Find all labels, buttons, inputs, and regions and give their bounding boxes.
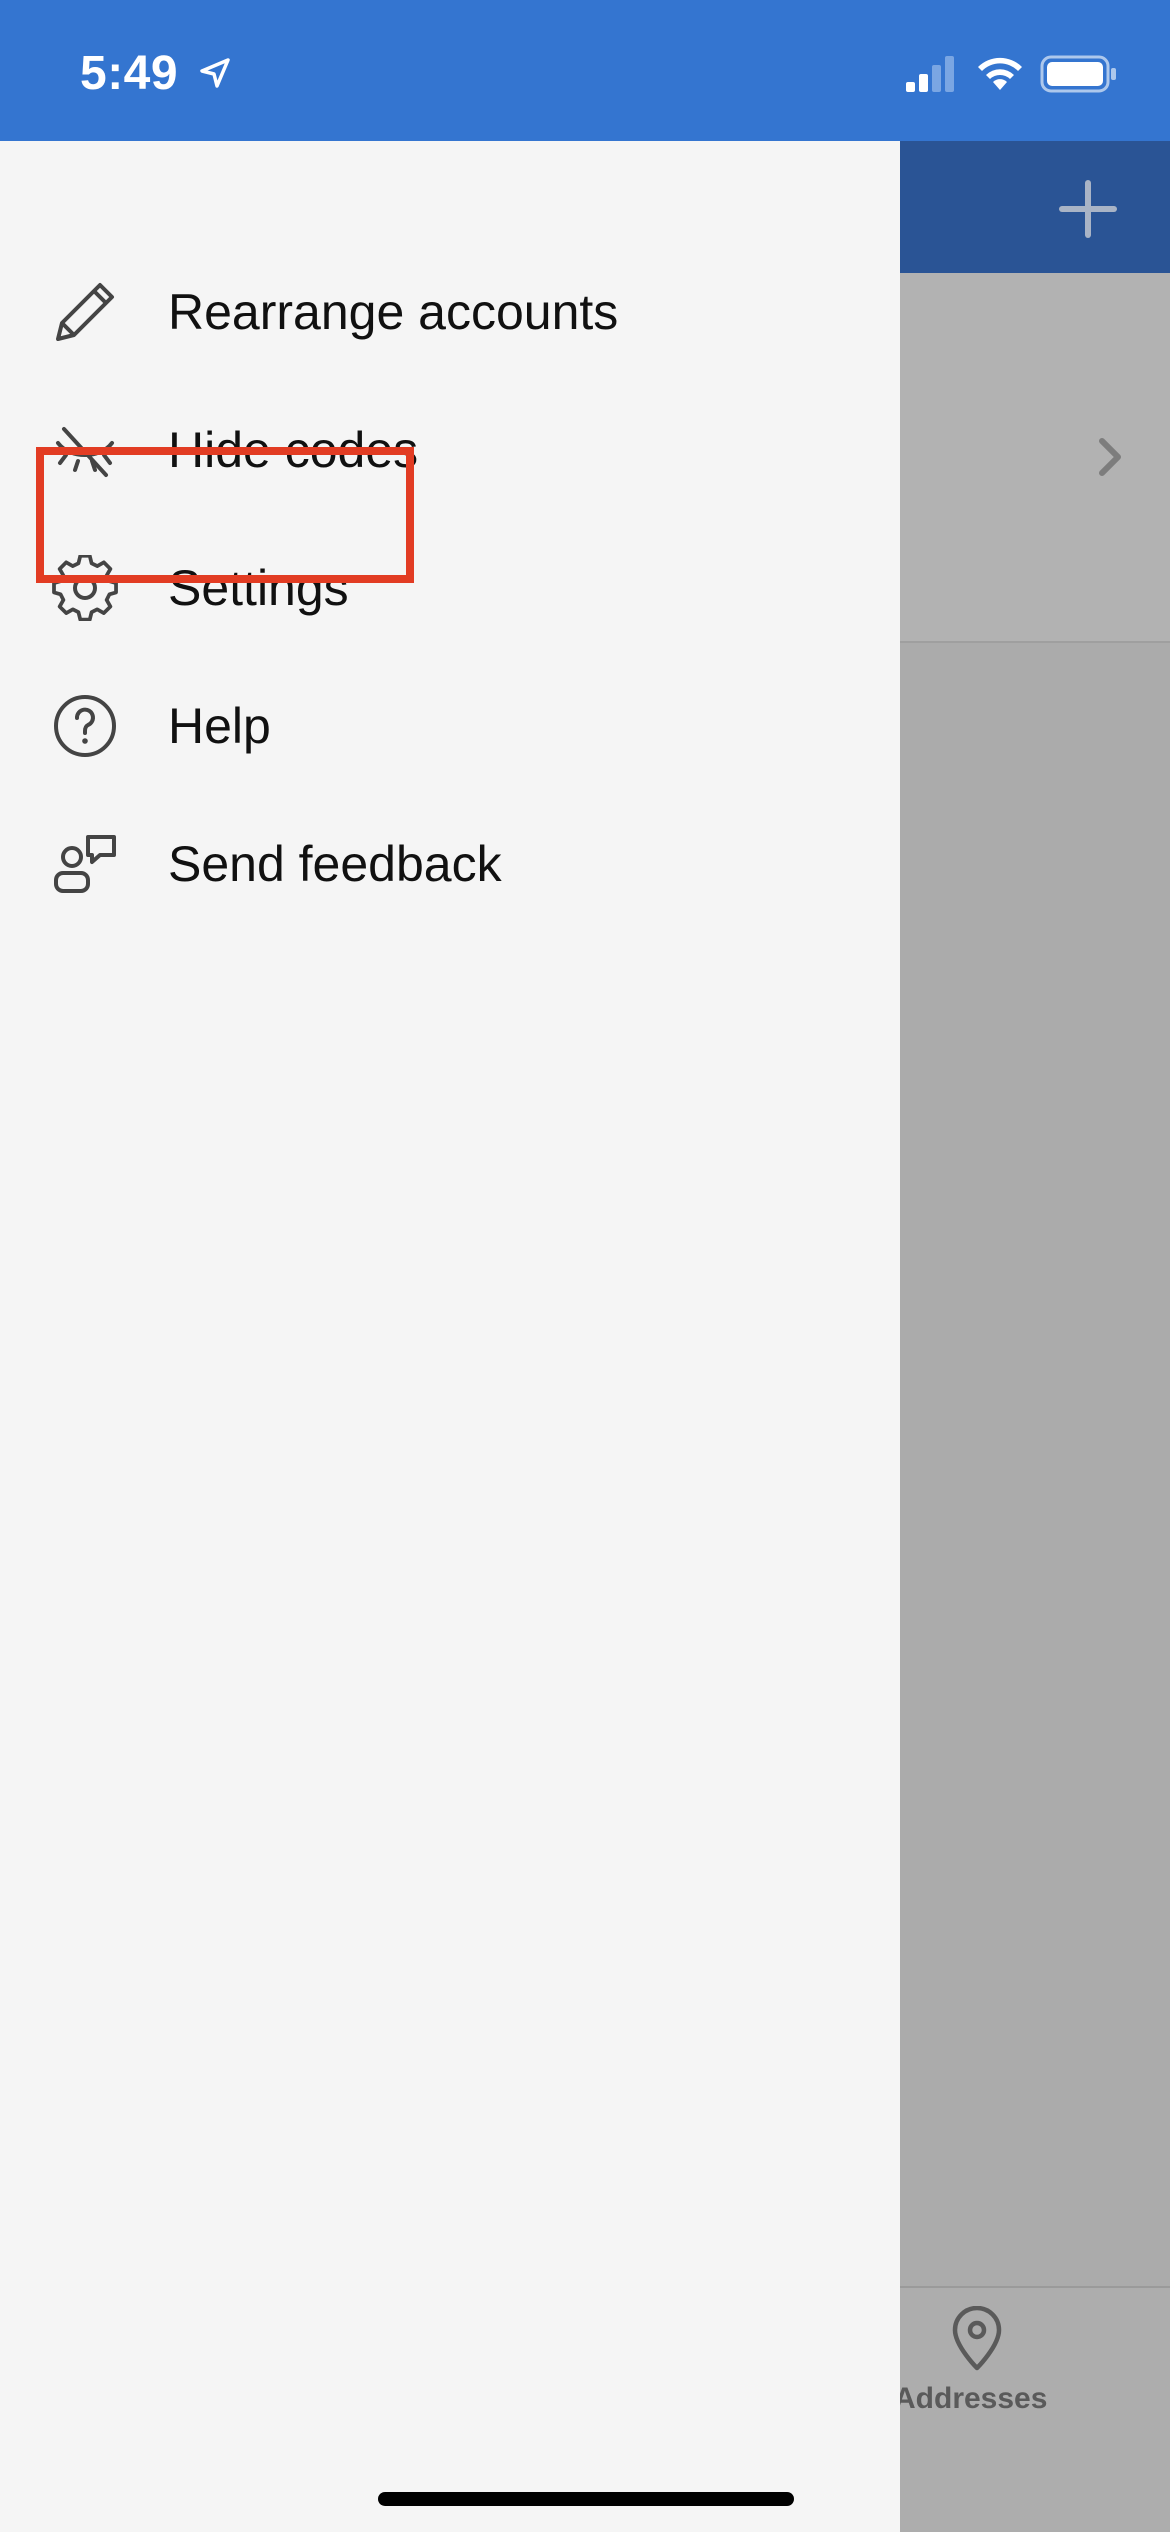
highlight-annotation: [36, 447, 414, 583]
feedback-icon: [54, 835, 116, 893]
cellular-signal-icon: [906, 56, 954, 92]
background-app-overlay[interactable]: Addresses: [894, 141, 1170, 2532]
menu-item-send-feedback[interactable]: Send feedback: [0, 795, 900, 933]
location-arrow-icon: [200, 58, 230, 88]
pencil-icon: [56, 283, 114, 341]
battery-icon: [1040, 55, 1116, 93]
tab-addresses-label: Addresses: [894, 2382, 1048, 2415]
menu-item-label: Help: [168, 698, 271, 754]
background-app-header: [900, 141, 1170, 273]
home-indicator[interactable]: [378, 2492, 794, 2506]
menu-item-help[interactable]: Help: [0, 657, 900, 795]
background-tab-bar: Addresses: [894, 2286, 1170, 2532]
menu-item-label: Send feedback: [168, 836, 502, 892]
menu-item-rearrange-accounts[interactable]: Rearrange accounts: [0, 243, 900, 381]
help-circle-icon: [54, 695, 116, 757]
menu-item-label: Rearrange accounts: [168, 284, 619, 340]
screen: 5:49 Addresses Rearrange accounts Hide c…: [0, 0, 1170, 2532]
status-bar: 5:49: [0, 0, 1170, 141]
background-account-row: [900, 273, 1170, 643]
navigation-drawer: Rearrange accounts Hide codes Settings H…: [0, 141, 900, 2532]
map-pin-icon: [952, 2306, 1002, 2371]
add-icon: [1059, 180, 1117, 238]
wifi-icon: [978, 57, 1022, 90]
chevron-right-icon: [1099, 438, 1121, 476]
status-time: 5:49: [80, 47, 179, 100]
